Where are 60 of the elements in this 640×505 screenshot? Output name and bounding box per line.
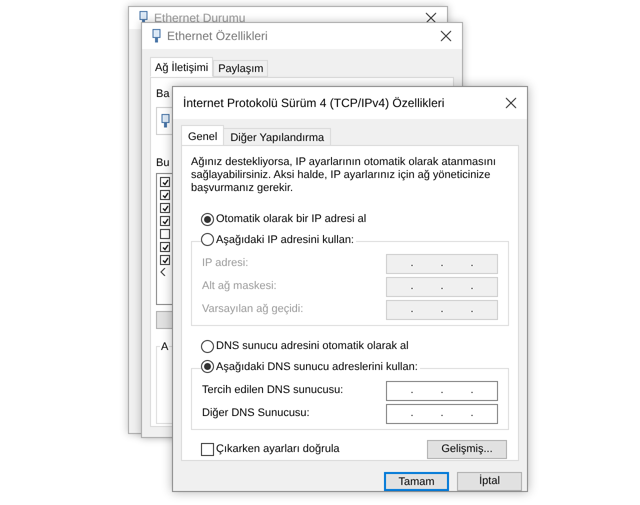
close-icon[interactable] — [440, 30, 452, 42]
ip-separator: . — [410, 282, 414, 292]
checkbox[interactable] — [160, 190, 170, 200]
radio-label: DNS sunucu adresini otomatik olarak al — [216, 339, 409, 354]
checkbox[interactable] — [160, 216, 170, 226]
field-label: Alt ağ maskesi: — [202, 279, 277, 294]
radio-button[interactable] — [201, 212, 214, 226]
ip-separator: . — [440, 304, 444, 314]
checkbox[interactable] — [160, 242, 170, 252]
checkbox-label: Çıkarken ayarları doğrula — [216, 442, 340, 458]
ip-separator: . — [440, 386, 444, 396]
ip-separator: . — [410, 408, 414, 418]
radio-button[interactable] — [201, 340, 214, 353]
window-title: Ethernet Durumu — [154, 10, 246, 27]
section-label: Bu — [156, 156, 170, 170]
tab[interactable]: Genel — [181, 125, 224, 146]
network-adapter-icon — [139, 11, 148, 25]
field-label: Varsayılan ağ geçidi: — [202, 302, 304, 318]
window-title: İnternet Protokolü Sürüm 4 (TCP/IPv4) Özellikleri — [183, 95, 444, 112]
ip-address-field[interactable]: . . . — [386, 404, 498, 424]
radio-label: Aşağıdaki DNS sunucu adreslerini kullan: — [216, 360, 418, 374]
tab[interactable]: Ağ İletişimi — [150, 57, 214, 77]
checkbox[interactable] — [160, 229, 170, 239]
field-label: Tercih edilen DNS sunucusu: — [202, 383, 344, 398]
tab[interactable]: Paylaşım — [213, 60, 268, 77]
field-label: Diğer DNS Sunucusu: — [202, 406, 310, 422]
ip-separator: . — [410, 304, 414, 314]
ip-separator: . — [410, 386, 414, 396]
ip-separator: . — [410, 258, 414, 268]
window-title: Ethernet Özellikleri — [167, 28, 268, 45]
ip-separator: . — [470, 282, 474, 292]
field-label: IP adresi: — [202, 256, 248, 272]
radio-label: Aşağıdaki IP adresini kullan: — [216, 232, 354, 248]
ip-separator: . — [470, 304, 474, 314]
radio-label: Otomatik olarak bir IP adresi al — [216, 212, 366, 227]
checkbox[interactable] — [160, 203, 170, 213]
close-icon[interactable] — [505, 97, 517, 109]
ip-separator: . — [470, 386, 474, 396]
group-label: A — [160, 339, 170, 353]
advanced-button[interactable]: Gelişmiş... — [427, 440, 507, 459]
description-text: Ağınız destekliyorsa, IP ayarlarının otomatik olarak atanmasını sağlayabilirsiniz. Aksi halde, IP ayarlarınız için ağ yöneticinize başvurmanız gerekir. — [191, 156, 497, 195]
ip-separator: . — [470, 258, 474, 268]
checkbox[interactable] — [160, 177, 170, 187]
dialog-button[interactable]: İptal — [457, 472, 522, 491]
network-adapter-icon — [152, 29, 161, 43]
tab[interactable]: Diğer Yapılandırma — [224, 128, 332, 146]
dialog-button[interactable]: Tamam — [384, 472, 449, 491]
network-adapter-icon — [161, 114, 170, 128]
ip-separator: . — [440, 258, 444, 268]
ip-separator: . — [440, 282, 444, 292]
checkbox[interactable] — [160, 255, 170, 265]
section-label: Ba — [156, 87, 170, 102]
close-icon[interactable] — [425, 12, 437, 24]
radio-button[interactable] — [201, 360, 214, 374]
radio-button[interactable] — [201, 233, 214, 246]
ip-address-field[interactable]: . . . — [386, 380, 498, 400]
ip-separator: . — [470, 408, 474, 418]
ip-separator: . — [440, 408, 444, 418]
checkbox[interactable] — [201, 443, 214, 456]
scroll-left-icon[interactable] — [160, 268, 166, 276]
